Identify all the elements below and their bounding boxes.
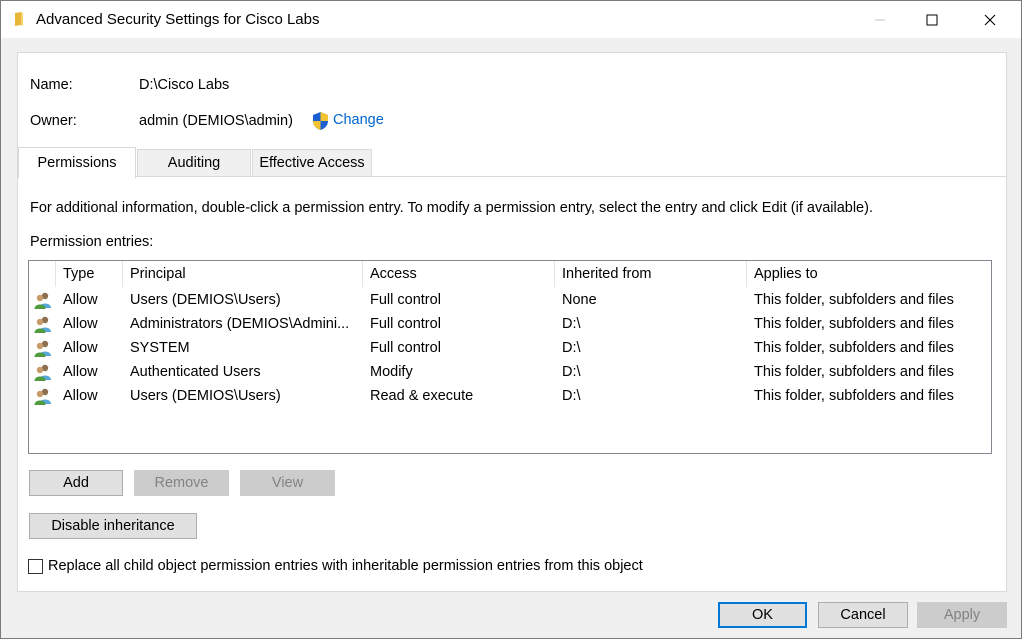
entry-type: Allow [63, 388, 98, 404]
window-title: Advanced Security Settings for Cisco Lab… [36, 11, 320, 28]
tab-label: Effective Access [259, 155, 365, 171]
replace-child-permissions-checkbox[interactable] [28, 559, 43, 574]
tab-label: Auditing [167, 155, 221, 171]
entry-inherited-from: D:\ [562, 340, 581, 356]
remove-button[interactable]: Remove [134, 470, 229, 496]
name-label: Name: [30, 77, 73, 93]
permission-entry-row[interactable]: Allow Users (DEMIOS\Users) Full control … [29, 288, 991, 312]
entry-inherited-from: D:\ [562, 316, 581, 332]
entry-access: Read & execute [370, 388, 474, 404]
header-divider [362, 261, 363, 287]
permission-entry-row[interactable]: Allow Administrators (DEMIOS\Admini... F… [29, 312, 991, 336]
users-icon [34, 388, 51, 405]
apply-button[interactable]: Apply [917, 602, 1007, 628]
minimize-icon [875, 19, 885, 20]
close-button[interactable] [967, 1, 1013, 38]
tab-permissions[interactable]: Permissions [18, 147, 136, 178]
column-header-type[interactable]: Type [63, 261, 94, 287]
entry-applies-to: This folder, subfolders and files [754, 340, 954, 356]
add-button[interactable]: Add [29, 470, 123, 496]
header-divider [55, 261, 56, 287]
close-icon [984, 14, 996, 25]
permission-entry-row[interactable]: Allow SYSTEM Full control D:\ This folde… [29, 336, 991, 360]
entry-principal: Users (DEMIOS\Users) [130, 388, 281, 404]
minimize-button[interactable] [857, 1, 903, 38]
entry-type: Allow [63, 316, 98, 332]
folder-icon [15, 12, 23, 26]
users-icon [34, 292, 51, 309]
entry-principal: SYSTEM [130, 340, 190, 356]
entry-access: Full control [370, 316, 441, 332]
maximize-icon [926, 14, 938, 25]
entry-applies-to: This folder, subfolders and files [754, 316, 954, 332]
users-icon [34, 340, 51, 357]
entry-access: Modify [370, 364, 413, 380]
name-value: D:\Cisco Labs [139, 77, 230, 93]
entry-principal: Administrators (DEMIOS\Admini... [130, 316, 350, 332]
column-header-principal[interactable]: Principal [130, 261, 186, 287]
permission-entries-list[interactable]: Type Principal Access Inherited from App… [28, 260, 992, 454]
maximize-button[interactable] [909, 1, 955, 38]
uac-shield-icon [313, 112, 328, 130]
entry-inherited-from: D:\ [562, 388, 581, 404]
header-divider [122, 261, 123, 287]
entry-principal: Users (DEMIOS\Users) [130, 292, 281, 308]
cancel-button[interactable]: Cancel [818, 602, 908, 628]
users-icon [34, 316, 51, 333]
change-owner-link[interactable]: Change [333, 112, 384, 128]
column-header-access[interactable]: Access [370, 261, 417, 287]
ok-button[interactable]: OK [718, 602, 807, 628]
entry-inherited-from: D:\ [562, 364, 581, 380]
security-settings-window: Advanced Security Settings for Cisco Lab… [0, 0, 1022, 639]
owner-value: admin (DEMIOS\admin) [139, 113, 293, 129]
title-bar[interactable]: Advanced Security Settings for Cisco Lab… [1, 1, 1021, 38]
instructions-text: For additional information, double-click… [30, 200, 873, 216]
entry-inherited-from: None [562, 292, 597, 308]
disable-inheritance-button[interactable]: Disable inheritance [29, 513, 197, 539]
permission-entry-row[interactable]: Allow Users (DEMIOS\Users) Read & execut… [29, 384, 991, 408]
header-divider [746, 261, 747, 287]
column-header-inherited-from[interactable]: Inherited from [562, 261, 651, 287]
entry-applies-to: This folder, subfolders and files [754, 364, 954, 380]
tab-auditing[interactable]: Auditing [137, 149, 251, 176]
users-icon [34, 364, 51, 381]
entry-principal: Authenticated Users [130, 364, 261, 380]
tab-strip-border [18, 176, 1006, 177]
entry-applies-to: This folder, subfolders and files [754, 388, 954, 404]
entry-type: Allow [63, 364, 98, 380]
replace-child-permissions-label[interactable]: Replace all child object permission entr… [48, 558, 643, 574]
permission-entry-row[interactable]: Allow Authenticated Users Modify D:\ Thi… [29, 360, 991, 384]
entry-applies-to: This folder, subfolders and files [754, 292, 954, 308]
entry-access: Full control [370, 340, 441, 356]
owner-label: Owner: [30, 113, 77, 129]
header-divider [554, 261, 555, 287]
entry-type: Allow [63, 292, 98, 308]
tab-effective-access[interactable]: Effective Access [252, 149, 372, 176]
permission-entries-label: Permission entries: [30, 234, 154, 250]
entry-type: Allow [63, 340, 98, 356]
column-header-applies-to[interactable]: Applies to [754, 261, 818, 287]
entry-access: Full control [370, 292, 441, 308]
tab-label: Permissions [37, 155, 117, 171]
view-button[interactable]: View [240, 470, 335, 496]
